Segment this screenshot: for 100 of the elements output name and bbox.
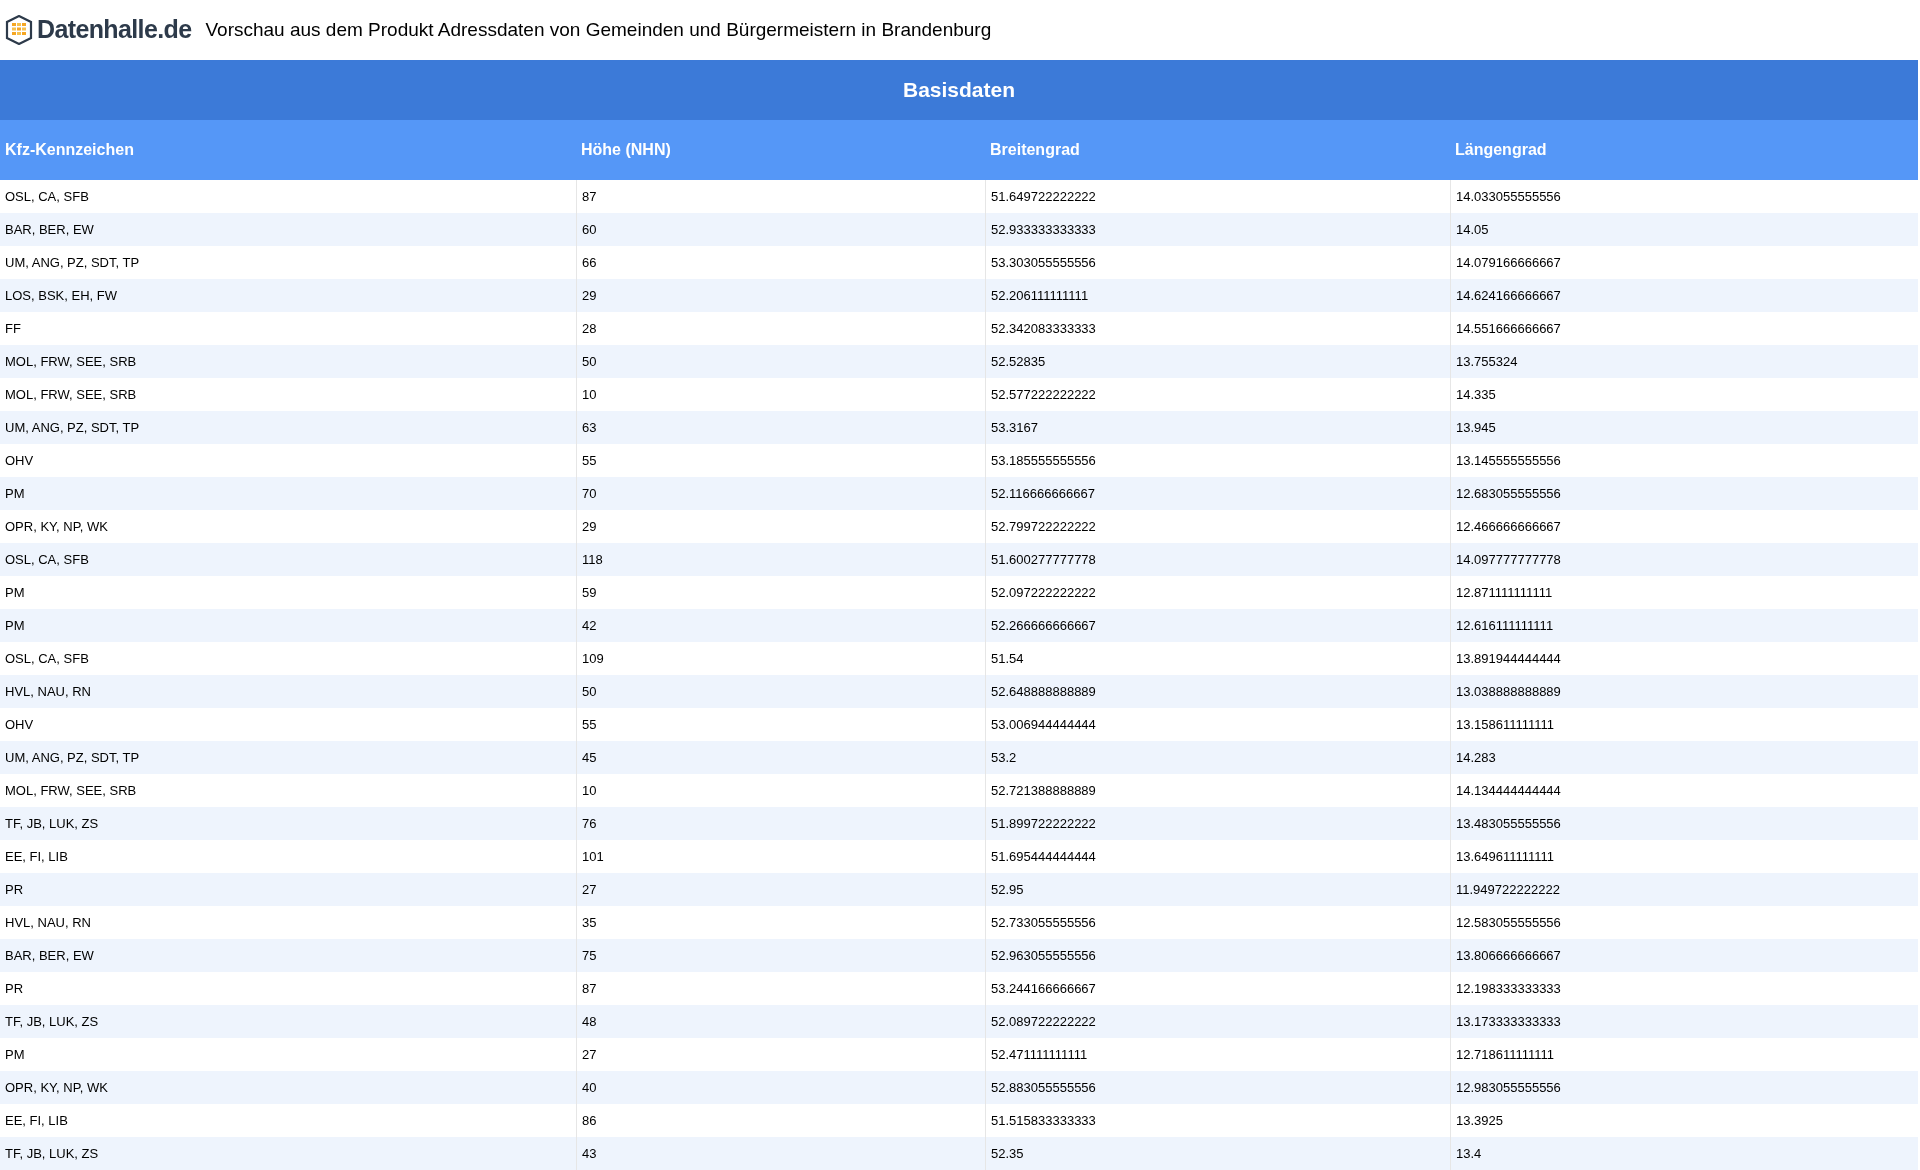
table-cell-text: MOL, FRW, SEE, SRB	[5, 781, 137, 800]
table-cell-text: 75	[582, 946, 597, 965]
table-cell-text: HVL, NAU, RN	[5, 913, 91, 932]
table-cell-text: 14.033055555556	[1456, 187, 1561, 206]
table-cell-text: OHV	[5, 715, 34, 734]
table-cell-text: 13.038888888889	[1456, 682, 1561, 701]
table-cell-text: HVL, NAU, RN	[5, 682, 91, 701]
table-cell-text: 12.983055555556	[1456, 1078, 1561, 1097]
table-cell-text: TF, JB, LUK, ZS	[5, 1012, 99, 1031]
table-cell-text: 51.649722222222	[991, 187, 1096, 206]
table-cell-text: 51.695444444444	[991, 847, 1096, 866]
table-cell-text: 86	[582, 1111, 597, 1130]
table-cell-text: 12.683055555556	[1456, 484, 1561, 503]
table-cell-text: 51.54	[991, 649, 1024, 668]
table-cell-text: UM, ANG, PZ, SDT, TP	[5, 418, 140, 437]
table-cell-text: 66	[582, 253, 597, 272]
table-cell-text: 13.806666666667	[1456, 946, 1561, 965]
table-cell-text: 12.871111111111	[1456, 583, 1553, 602]
table-cell-text: 52.733055555556	[991, 913, 1096, 932]
table-cell-text: 12.198333333333	[1456, 979, 1561, 998]
table-cell-text: 52.35	[991, 1144, 1024, 1163]
table-cell-text: PM	[5, 616, 25, 635]
column-header: Längengrad	[1455, 141, 1547, 158]
table-cell-text: 29	[582, 517, 597, 536]
table-cell-text: 53.244166666667	[991, 979, 1096, 998]
table-cell-text: 52.799722222222	[991, 517, 1096, 536]
table-cell-text: TF, JB, LUK, ZS	[5, 1144, 99, 1163]
table-cell-text: 109	[582, 649, 604, 668]
table-cell-text: TF, JB, LUK, ZS	[5, 814, 99, 833]
table-cell-text: BAR, BER, EW	[5, 946, 94, 965]
table-cell-text: 42	[582, 616, 597, 635]
logo-icon	[5, 15, 33, 45]
table-cell-text: 14.079166666667	[1456, 253, 1561, 272]
logo-text[interactable]: Datenhalle.de	[37, 11, 192, 49]
table-cell-text: 60	[582, 220, 597, 239]
table-cell-text: 13.945	[1456, 418, 1496, 437]
table-cell-text: 29	[582, 286, 597, 305]
table-cell-text: OPR, KY, NP, WK	[5, 1078, 108, 1097]
table-cell-text: 14.097777777778	[1456, 550, 1561, 569]
table-cell-text: PM	[5, 1045, 25, 1064]
table-cell-text: 35	[582, 913, 597, 932]
table-cell-text: PR	[5, 979, 24, 998]
table-cell-text: 53.006944444444	[991, 715, 1096, 734]
table-cell-text: 52.963055555556	[991, 946, 1096, 965]
table-cell-text: PR	[5, 880, 24, 899]
table-cell-text: 12.616111111111	[1456, 616, 1554, 635]
table-cell-text: 52.266666666667	[991, 616, 1096, 635]
table-cell-text: 51.600277777778	[991, 550, 1096, 569]
table-cell-text: 52.883055555556	[991, 1078, 1096, 1097]
table-cell-text: 52.577222222222	[991, 385, 1096, 404]
table-cell-text: 52.097222222222	[991, 583, 1096, 602]
table-cell-text: 13.649611111111	[1456, 847, 1555, 866]
table-cell-text: 14.05	[1456, 220, 1489, 239]
table-cell-text: 14.283	[1456, 748, 1496, 767]
table-cell-text: 12.718611111111	[1456, 1045, 1555, 1064]
table-cell-text: 52.116666666667	[991, 484, 1095, 503]
table-cell-text: FF	[5, 319, 21, 338]
table-cell-text: 101	[582, 847, 604, 866]
table-cell-text: 13.158611111111	[1456, 715, 1555, 734]
table-cell-text: 13.483055555556	[1456, 814, 1561, 833]
table-cell-text: 63	[582, 418, 597, 437]
column-header: Breitengrad	[990, 141, 1080, 158]
table-cell-text: BAR, BER, EW	[5, 220, 94, 239]
table-cell-text: 52.089722222222	[991, 1012, 1096, 1031]
table-cell-text: 28	[582, 319, 597, 338]
table-cell-text: 43	[582, 1144, 597, 1163]
table-cell-text: UM, ANG, PZ, SDT, TP	[5, 253, 140, 272]
table-cell-text: 55	[582, 715, 597, 734]
table-cell-text: 13.3925	[1456, 1111, 1503, 1130]
table-cell-text: LOS, BSK, EH, FW	[5, 286, 117, 305]
table-cell-text: 11.949722222222	[1456, 880, 1560, 899]
table-cell-text: 14.624166666667	[1456, 286, 1561, 305]
table-cell-text: 52.471111111111	[991, 1045, 1088, 1064]
table-cell-text: 52.933333333333	[991, 220, 1096, 239]
table-cell-text: 55	[582, 451, 597, 470]
table-cell-text: 59	[582, 583, 597, 602]
table-cell-text: 76	[582, 814, 597, 833]
table-cell-text: 51.515833333333	[991, 1111, 1096, 1130]
table-cell-text: PM	[5, 583, 25, 602]
table-cell-text: 52.95	[991, 880, 1024, 899]
table-cell-text: OHV	[5, 451, 34, 470]
table-cell-text: 10	[582, 385, 597, 404]
table-cell-text: OPR, KY, NP, WK	[5, 517, 108, 536]
table-cell-text: MOL, FRW, SEE, SRB	[5, 352, 137, 371]
table-cell-text: 52.206111111111	[991, 286, 1089, 305]
table-cell-text: 27	[582, 1045, 597, 1064]
column-header: Kfz-Kennzeichen	[5, 141, 134, 158]
table-cell-text: 13.755324	[1456, 352, 1518, 371]
table-cell-text: 118	[582, 550, 603, 569]
table-cell-text: 52.721388888889	[991, 781, 1096, 800]
table-cell-text: 52.648888888889	[991, 682, 1096, 701]
table-cell-text: 45	[582, 748, 597, 767]
table-cell-text: UM, ANG, PZ, SDT, TP	[5, 748, 140, 767]
table-cell-text: 48	[582, 1012, 597, 1031]
table-cell-text: 52.342083333333	[991, 319, 1096, 338]
table-cell-text: EE, FI, LIB	[5, 1111, 68, 1130]
table-cell-text: 12.583055555556	[1456, 913, 1561, 932]
table-cell-text: 52.52835	[991, 352, 1046, 371]
column-header: Höhe (NHN)	[581, 141, 671, 158]
table-cell-text: 14.335	[1456, 385, 1496, 404]
